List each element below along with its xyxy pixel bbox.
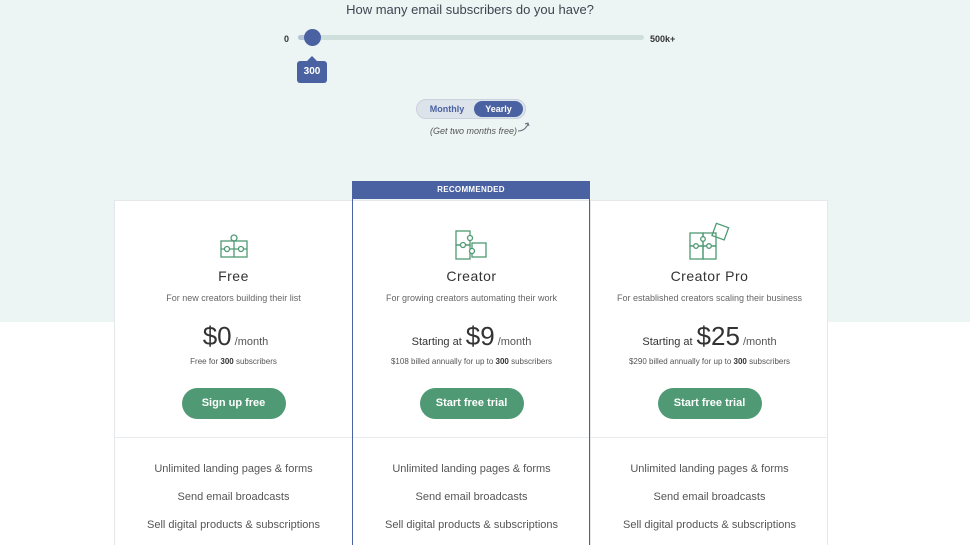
billing-note: Free for 300 subscribers: [190, 357, 277, 366]
plan-creator: Creator For growing creators automating …: [353, 201, 590, 545]
puzzle-stack-icon: [591, 221, 828, 261]
subscriber-slider-thumb[interactable]: [304, 29, 321, 46]
plan-creator-pro: Creator Pro For established creators sca…: [591, 201, 828, 545]
feature-item: Sell digital products & subscriptions: [384, 519, 559, 531]
price-prefix: Starting at: [642, 336, 693, 348]
start-free-trial-button[interactable]: Start free trial: [419, 388, 524, 419]
price-row: Starting at $25 /month: [591, 321, 828, 352]
price-amount: $25: [696, 321, 740, 351]
feature-item: Sell digital products & subscriptions: [622, 519, 797, 531]
plan-name: Free: [218, 268, 249, 284]
plan-description: For growing creators automating their wo…: [385, 293, 558, 303]
price-row: $0 /month: [115, 321, 352, 352]
price-period: /month: [742, 336, 777, 348]
curved-arrow-icon: [517, 122, 530, 132]
slider-min-label: 0: [284, 34, 290, 44]
price-period: /month: [234, 336, 269, 348]
slider-max-label: 500k+: [650, 34, 676, 44]
billing-note: $290 billed annually for up to 300 subsc…: [628, 357, 790, 366]
billing-toggle[interactable]: Monthly Yearly: [416, 99, 526, 119]
plan-description: For new creators building their list: [166, 293, 301, 303]
puzzle-pieces-icon: [353, 229, 590, 261]
price-period: /month: [497, 336, 532, 348]
sign-up-free-button[interactable]: Sign up free: [181, 388, 286, 419]
monthly-option[interactable]: Monthly: [421, 100, 473, 118]
subscriber-slider-track[interactable]: [298, 35, 644, 40]
puzzle-icon: [115, 233, 352, 259]
feature-item: Unlimited landing pages & forms: [392, 463, 551, 475]
feature-item: Send email broadcasts: [177, 491, 290, 503]
feature-item: Send email broadcasts: [415, 491, 528, 503]
start-free-trial-button[interactable]: Start free trial: [657, 388, 762, 419]
feature-list: Unlimited landing pages & forms Send ema…: [115, 463, 352, 545]
plan-name: Creator Pro: [670, 268, 749, 284]
recommended-badge: RECOMMENDED: [352, 181, 590, 199]
yearly-discount-note: (Get two months free): [430, 126, 518, 136]
price-prefix: Starting at: [411, 336, 462, 348]
slider-value-tooltip: 300: [297, 56, 327, 83]
price-amount: $0: [202, 321, 232, 351]
feature-item: Sell digital products & subscriptions: [146, 519, 321, 531]
price-row: Starting at $9 /month: [353, 321, 590, 352]
yearly-option[interactable]: Yearly: [474, 101, 523, 117]
divider: [591, 437, 828, 438]
feature-list: Unlimited landing pages & forms Send ema…: [353, 463, 590, 545]
feature-list: Unlimited landing pages & forms Send ema…: [591, 463, 828, 545]
subscriber-question: How many email subscribers do you have?: [346, 2, 594, 17]
plan-name: Creator: [446, 268, 497, 284]
divider: [115, 437, 352, 438]
billing-note: $108 billed annually for up to 300 subsc…: [390, 357, 552, 366]
feature-item: Unlimited landing pages & forms: [630, 463, 789, 475]
feature-item: Send email broadcasts: [653, 491, 766, 503]
price-amount: $9: [465, 321, 495, 351]
plan-free: Free For new creators building their lis…: [115, 201, 352, 545]
divider: [353, 437, 590, 438]
plan-description: For established creators scaling their b…: [616, 293, 803, 303]
pricing-plans: Free For new creators building their lis…: [114, 200, 828, 545]
feature-item: Unlimited landing pages & forms: [154, 463, 313, 475]
